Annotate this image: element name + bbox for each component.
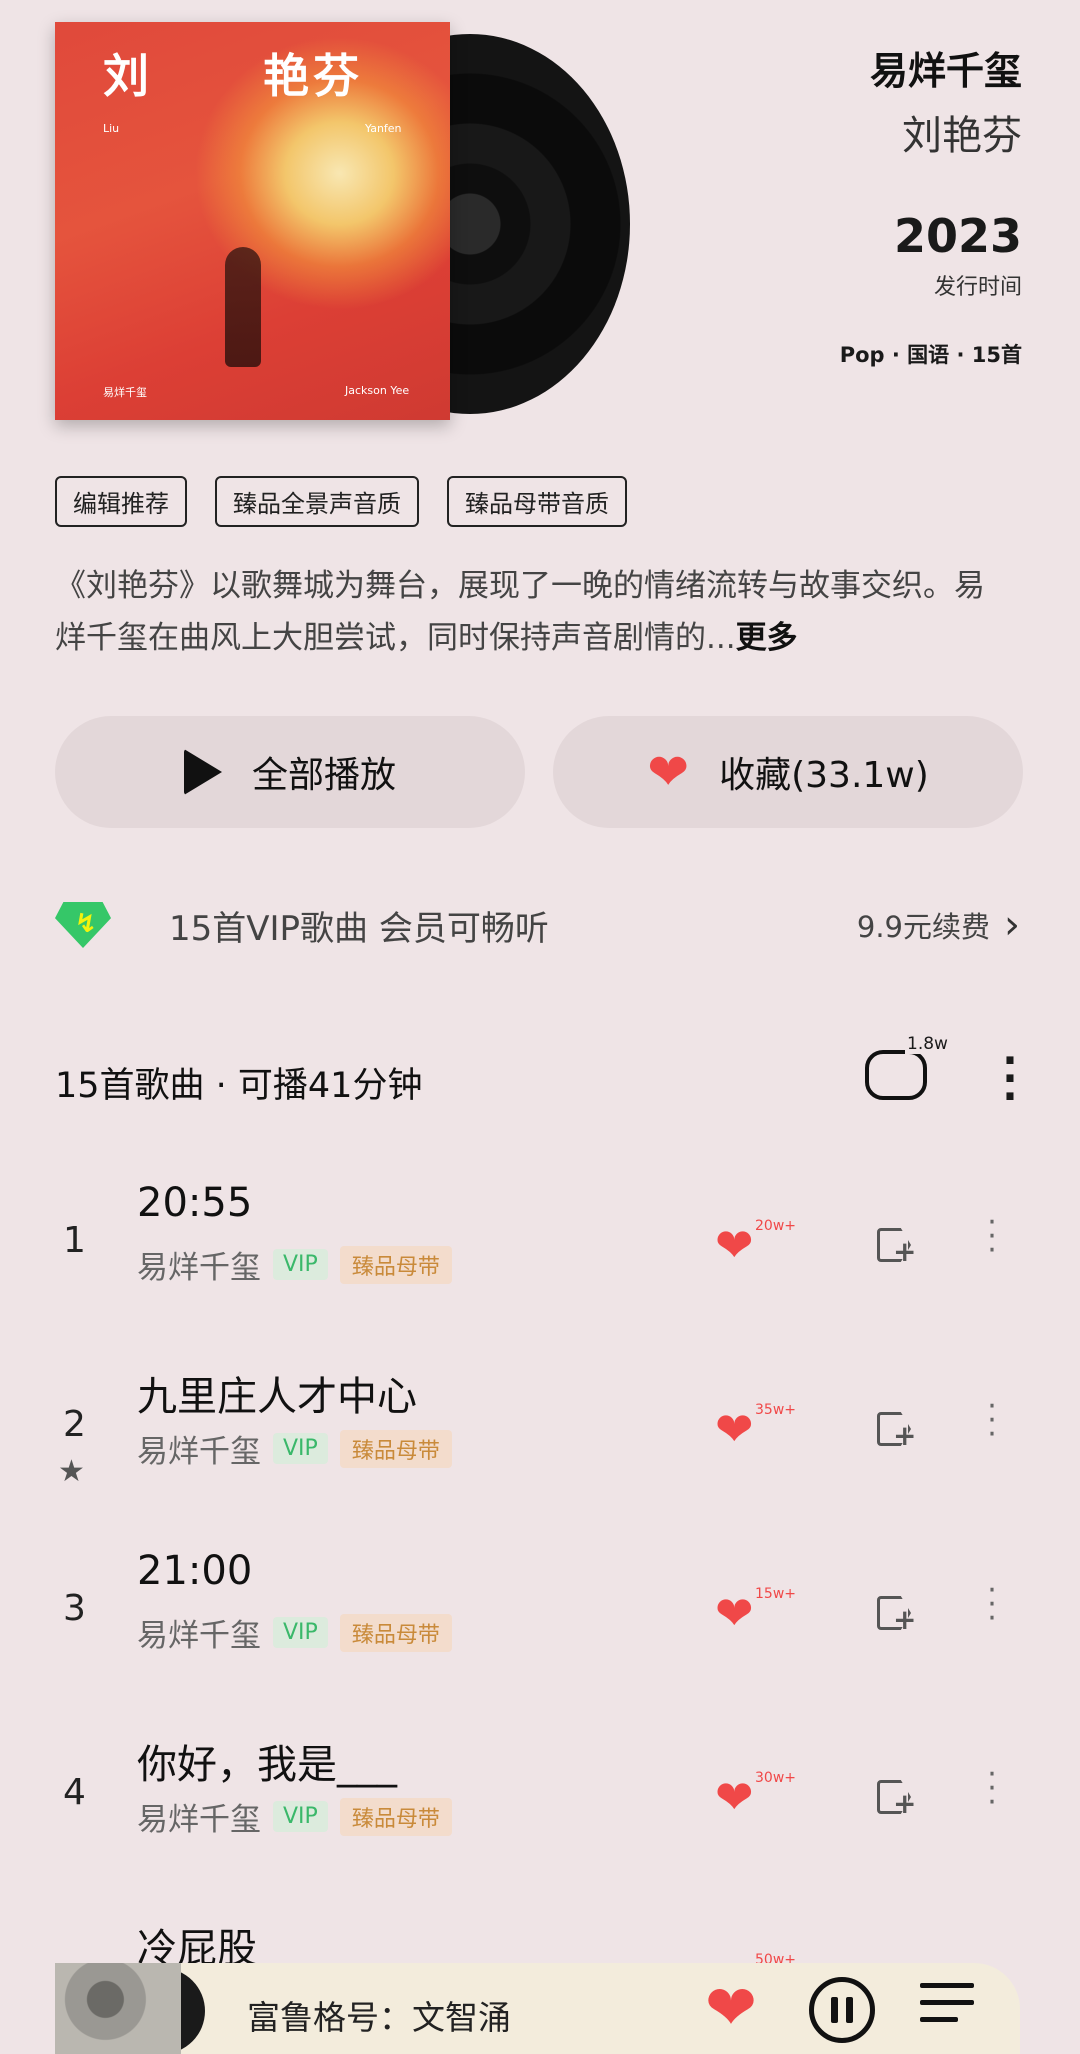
more-options-icon[interactable]: · · · xyxy=(1000,1041,1020,1117)
cover-title-right: 艳芬 xyxy=(263,49,363,103)
song-artist: 易烊千玺 xyxy=(137,1250,261,1286)
songs-count: 15首歌曲 · 可播41分钟 xyxy=(55,1065,423,1106)
song-title: 21:00 xyxy=(137,1548,253,1594)
cover-artist-en: Jackson Yee xyxy=(345,384,410,397)
song-more-icon[interactable]: · · · xyxy=(985,1760,999,1818)
pause-button[interactable] xyxy=(809,1977,875,2043)
cover-liu: Liu xyxy=(103,122,120,135)
mini-player[interactable]: 富鲁格号：文智涌 ❤ xyxy=(55,1963,1020,2054)
add-to-playlist-icon[interactable]: + xyxy=(877,1226,917,1266)
song-number: 3 xyxy=(63,1588,86,1629)
description-more-link[interactable]: 更多 xyxy=(736,620,798,656)
song-artist-line: 易烊千玺 VIP 臻品母带 xyxy=(137,1242,452,1287)
master-quality-badge: 臻品母带 xyxy=(339,1797,452,1836)
song-row[interactable]: 3 21:00 易烊千玺 VIP 臻品母带 ❤ 15w+ + · · · xyxy=(55,1548,1020,1678)
play-all-label: 全部播放 xyxy=(251,755,396,796)
add-to-playlist-icon[interactable]: + xyxy=(877,1410,917,1450)
songs-header: 15首歌曲 · 可播41分钟 1.8w · · · xyxy=(55,1034,1020,1117)
like-heart-icon[interactable]: ❤ xyxy=(715,1590,754,1636)
favorite-button[interactable]: ❤ 收藏(33.1w) xyxy=(553,716,1023,828)
player-heart-icon[interactable]: ❤ xyxy=(705,1977,757,2039)
like-heart-icon[interactable]: ❤ xyxy=(715,1406,754,1452)
release-label: 发行时间 xyxy=(933,275,1022,300)
album-cover-area: 刘 艳芬 Liu Yanfen 易烊千玺 Jackson Yee xyxy=(55,22,630,422)
song-row[interactable]: 4 你好，我是___ 易烊千玺 VIP 臻品母带 ❤ 30w+ + · · · xyxy=(55,1732,1020,1862)
song-number: 2 xyxy=(63,1404,86,1445)
song-number: 4 xyxy=(63,1772,86,1813)
vip-badge: VIP xyxy=(273,1617,328,1648)
play-all-button[interactable]: 全部播放 xyxy=(55,716,525,828)
like-count: 30w+ xyxy=(755,1770,796,1786)
like-heart-icon[interactable]: ❤ xyxy=(715,1222,754,1268)
album-cover[interactable]: 刘 艳芬 Liu Yanfen 易烊千玺 Jackson Yee xyxy=(55,22,450,420)
add-to-playlist-icon[interactable]: + xyxy=(877,1594,917,1634)
cover-figure xyxy=(225,247,261,367)
now-playing-artwork[interactable] xyxy=(55,1963,181,2054)
album-meta: Pop · 国语 · 15首 xyxy=(839,343,1022,367)
tag-master-quality[interactable]: 臻品母带音质 xyxy=(447,476,627,527)
cover-title-left: 刘 xyxy=(103,49,153,103)
song-artist-line: 易烊千玺 VIP 臻品母带 xyxy=(137,1794,452,1839)
song-row[interactable]: 1 20:55 易烊千玺 VIP 臻品母带 ❤ 20w+ + · · · xyxy=(55,1180,1020,1310)
vip-renew-link[interactable]: 9.9元续费 xyxy=(857,904,990,946)
chevron-right-icon: › xyxy=(1004,902,1020,948)
add-to-playlist-icon[interactable]: + xyxy=(877,1778,917,1818)
favorite-label: 收藏(33.1w) xyxy=(719,755,929,796)
comment-count: 1.8w xyxy=(905,1034,950,1054)
like-count: 35w+ xyxy=(755,1402,796,1418)
master-quality-badge: 臻品母带 xyxy=(339,1429,452,1468)
song-title: 你好，我是___ xyxy=(137,1742,397,1788)
description-text: 《刘艳芬》以歌舞城为舞台，展现了一晚的情绪流转与故事交织。易烊千玺在曲风上大胆尝… xyxy=(55,568,985,656)
vip-text: 15首VIP歌曲 会员可畅听 xyxy=(169,908,549,949)
album-title: 刘艳芬 xyxy=(902,113,1022,159)
vip-banner[interactable]: ↯ 15首VIP歌曲 会员可畅听 9.9元续费 › xyxy=(55,890,1020,960)
tag-editor-pick[interactable]: 编辑推荐 xyxy=(55,476,187,527)
vip-badge: VIP xyxy=(273,1433,328,1464)
song-artist-line: 易烊千玺 VIP 臻品母带 xyxy=(137,1426,452,1471)
cover-artist-cn: 易烊千玺 xyxy=(103,386,147,399)
play-icon xyxy=(183,749,222,795)
heart-icon: ❤ xyxy=(647,743,690,801)
song-more-icon[interactable]: · · · xyxy=(985,1208,999,1266)
song-number: 1 xyxy=(63,1220,86,1261)
tag-list: 编辑推荐 臻品全景声音质 臻品母带音质 xyxy=(55,476,627,527)
artist-name[interactable]: 易烊千玺 xyxy=(840,40,1022,95)
release-year: 2023 xyxy=(893,209,1022,263)
cover-yanfen: Yanfen xyxy=(365,122,402,135)
song-artist-line: 易烊千玺 VIP 臻品母带 xyxy=(137,1610,452,1655)
vip-badge: VIP xyxy=(273,1249,328,1280)
like-count: 15w+ xyxy=(755,1586,796,1602)
vip-badge: VIP xyxy=(273,1801,328,1832)
song-artist: 易烊千玺 xyxy=(137,1802,261,1838)
song-more-icon[interactable]: · · · xyxy=(985,1576,999,1634)
song-more-icon[interactable]: · · · xyxy=(985,1392,999,1450)
playlist-icon[interactable] xyxy=(920,1983,974,2035)
like-count: 20w+ xyxy=(755,1218,796,1234)
song-artist: 易烊千玺 xyxy=(137,1434,261,1470)
song-row[interactable]: 2 ★ 九里庄人才中心 易烊千玺 VIP 臻品母带 ❤ 35w+ + · · · xyxy=(55,1364,1020,1494)
song-artist: 易烊千玺 xyxy=(137,1618,261,1654)
now-playing-title[interactable]: 富鲁格号：文智涌 xyxy=(247,1991,511,2039)
master-quality-badge: 臻品母带 xyxy=(339,1245,452,1284)
album-info: 易烊千玺 刘艳芬 2023 发行时间 Pop · 国语 · 15首 xyxy=(840,40,1022,369)
comment-icon xyxy=(865,1050,927,1100)
song-title: 九里庄人才中心 xyxy=(137,1374,417,1420)
album-description[interactable]: 《刘艳芬》以歌舞城为舞台，展现了一晚的情绪流转与故事交织。易烊千玺在曲风上大胆尝… xyxy=(55,560,1015,664)
song-title: 20:55 xyxy=(137,1180,253,1226)
tag-spatial-audio[interactable]: 臻品全景声音质 xyxy=(215,476,419,527)
comments-button[interactable]: 1.8w xyxy=(865,1034,950,1106)
master-quality-badge: 臻品母带 xyxy=(339,1613,452,1652)
vip-diamond-icon: ↯ xyxy=(55,902,111,948)
like-heart-icon[interactable]: ❤ xyxy=(715,1774,754,1820)
star-icon: ★ xyxy=(58,1454,85,1489)
